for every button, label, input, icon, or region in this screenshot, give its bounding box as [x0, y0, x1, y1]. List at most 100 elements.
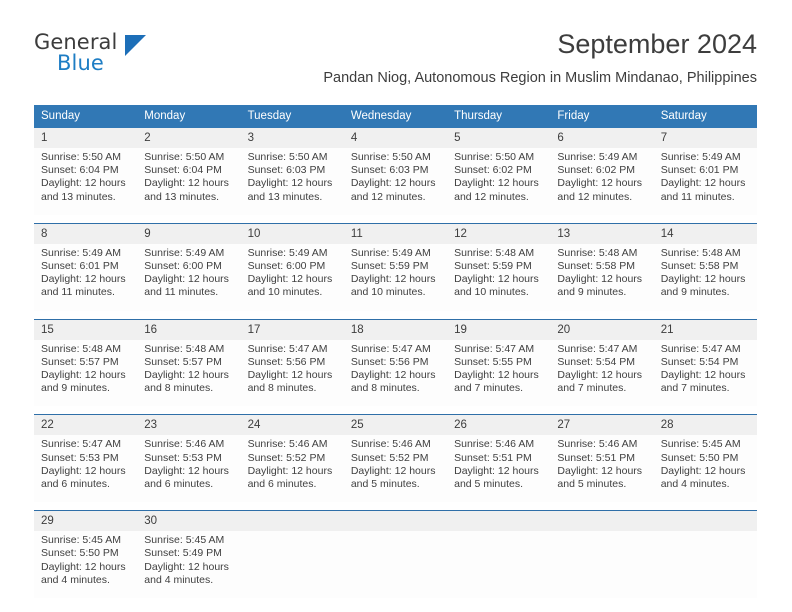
- day-cell[interactable]: Sunrise: 5:48 AM Sunset: 5:58 PM Dayligh…: [653, 243, 757, 311]
- weekday-header-wednesday: Wednesday: [343, 105, 448, 128]
- day-number[interactable]: 24: [240, 414, 344, 436]
- sunset-text: Sunset: 5:59 PM: [350, 260, 429, 273]
- day-number[interactable]: 27: [550, 414, 654, 436]
- week-spacer-cell: [34, 502, 757, 511]
- day-number[interactable]: 20: [550, 318, 654, 340]
- daylight-text-line1: Daylight: 12 hours: [144, 369, 229, 382]
- sunrise-text: Sunrise: 5:49 AM: [41, 246, 121, 259]
- day-cell[interactable]: Sunrise: 5:49 AM Sunset: 5:59 PM Dayligh…: [343, 243, 448, 311]
- daylight-text-line2: and 11 minutes.: [144, 286, 219, 299]
- day-cell[interactable]: Sunrise: 5:46 AM Sunset: 5:51 PM Dayligh…: [550, 435, 654, 503]
- weekday-header-sunday: Sunday: [34, 105, 138, 128]
- day-cell[interactable]: Sunrise: 5:47 AM Sunset: 5:53 PM Dayligh…: [34, 435, 138, 503]
- day-number[interactable]: 2: [137, 128, 241, 148]
- daylight-text-line2: and 6 minutes.: [247, 478, 317, 491]
- day-cell[interactable]: Sunrise: 5:46 AM Sunset: 5:52 PM Dayligh…: [240, 435, 344, 503]
- day-cell[interactable]: Sunrise: 5:47 AM Sunset: 5:54 PM Dayligh…: [550, 339, 654, 407]
- day-number[interactable]: 4: [343, 128, 448, 148]
- day-cell[interactable]: Sunrise: 5:50 AM Sunset: 6:04 PM Dayligh…: [137, 148, 241, 215]
- week-4-info-row: Sunrise: 5:47 AM Sunset: 5:53 PM Dayligh…: [34, 435, 757, 503]
- day-cell[interactable]: Sunrise: 5:48 AM Sunset: 5:57 PM Dayligh…: [34, 339, 138, 407]
- day-number[interactable]: 10: [240, 222, 344, 244]
- day-cell[interactable]: Sunrise: 5:47 AM Sunset: 5:54 PM Dayligh…: [653, 339, 757, 407]
- day-number[interactable]: 11: [343, 222, 448, 244]
- day-cell[interactable]: Sunrise: 5:46 AM Sunset: 5:53 PM Dayligh…: [137, 435, 241, 503]
- daylight-text-line1: Daylight: 12 hours: [144, 177, 229, 190]
- day-number[interactable]: 7: [653, 128, 757, 148]
- daylight-text-line2: and 5 minutes.: [350, 478, 420, 491]
- sunrise-text: Sunrise: 5:47 AM: [660, 342, 741, 355]
- daylight-text-line1: Daylight: 12 hours: [454, 273, 539, 286]
- day-number[interactable]: 26: [447, 414, 551, 436]
- day-cell[interactable]: Sunrise: 5:45 AM Sunset: 5:50 PM Dayligh…: [653, 435, 757, 503]
- day-cell[interactable]: Sunrise: 5:49 AM Sunset: 6:01 PM Dayligh…: [653, 148, 757, 215]
- day-cell[interactable]: Sunrise: 5:46 AM Sunset: 5:51 PM Dayligh…: [447, 435, 551, 503]
- day-number[interactable]: 9: [137, 222, 241, 244]
- daylight-text-line2: and 7 minutes.: [454, 382, 524, 395]
- sunset-text: Sunset: 5:59 PM: [454, 260, 532, 273]
- day-cell[interactable]: Sunrise: 5:49 AM Sunset: 6:02 PM Dayligh…: [550, 148, 654, 215]
- day-number-empty: [550, 510, 654, 532]
- sunset-text: Sunset: 6:00 PM: [247, 260, 326, 273]
- day-number[interactable]: 18: [343, 318, 448, 340]
- day-number[interactable]: 15: [34, 318, 138, 340]
- page-title: September 2024: [557, 29, 757, 59]
- day-number[interactable]: 25: [343, 414, 448, 436]
- day-cell[interactable]: Sunrise: 5:45 AM Sunset: 5:49 PM Dayligh…: [137, 531, 241, 599]
- day-cell[interactable]: Sunrise: 5:49 AM Sunset: 6:00 PM Dayligh…: [240, 243, 344, 311]
- day-number[interactable]: 30: [137, 510, 241, 532]
- day-cell-empty: [653, 531, 757, 599]
- day-number[interactable]: 29: [34, 510, 138, 532]
- daylight-text-line2: and 4 minutes.: [144, 573, 214, 586]
- generalblue-logo[interactable]: General Blue: [34, 30, 214, 82]
- day-number[interactable]: 22: [34, 414, 138, 436]
- day-number[interactable]: 23: [137, 414, 241, 436]
- day-number[interactable]: 1: [34, 128, 138, 148]
- day-cell[interactable]: Sunrise: 5:50 AM Sunset: 6:04 PM Dayligh…: [34, 148, 138, 215]
- day-number[interactable]: 19: [447, 318, 551, 340]
- day-number[interactable]: 8: [34, 222, 138, 244]
- sunset-text: Sunset: 6:02 PM: [454, 164, 532, 177]
- sunrise-text: Sunrise: 5:45 AM: [660, 438, 741, 451]
- day-cell[interactable]: Sunrise: 5:48 AM Sunset: 5:58 PM Dayligh…: [550, 243, 654, 311]
- sunrise-text: Sunrise: 5:45 AM: [41, 534, 121, 547]
- day-number[interactable]: 5: [447, 128, 551, 148]
- day-number-empty: [343, 510, 448, 532]
- logo-text-blue: Blue: [57, 51, 104, 75]
- day-number[interactable]: 12: [447, 222, 551, 244]
- day-cell[interactable]: Sunrise: 5:48 AM Sunset: 5:59 PM Dayligh…: [447, 243, 551, 311]
- day-cell[interactable]: Sunrise: 5:46 AM Sunset: 5:52 PM Dayligh…: [343, 435, 448, 503]
- day-cell[interactable]: Sunrise: 5:47 AM Sunset: 5:56 PM Dayligh…: [343, 339, 448, 407]
- day-number[interactable]: 3: [240, 128, 344, 148]
- day-cell[interactable]: Sunrise: 5:47 AM Sunset: 5:55 PM Dayligh…: [447, 339, 551, 407]
- week-spacer-cell: [34, 214, 757, 224]
- daylight-text-line2: and 8 minutes.: [247, 382, 317, 395]
- day-cell[interactable]: Sunrise: 5:45 AM Sunset: 5:50 PM Dayligh…: [34, 531, 138, 599]
- day-number[interactable]: 6: [550, 128, 654, 148]
- day-number[interactable]: 16: [137, 318, 241, 340]
- daylight-text-line1: Daylight: 12 hours: [247, 177, 333, 190]
- day-number[interactable]: 17: [240, 318, 344, 340]
- day-cell[interactable]: Sunrise: 5:48 AM Sunset: 5:57 PM Dayligh…: [137, 339, 241, 407]
- daylight-text-line2: and 13 minutes.: [144, 190, 219, 203]
- day-cell[interactable]: Sunrise: 5:49 AM Sunset: 6:01 PM Dayligh…: [34, 243, 138, 311]
- day-cell[interactable]: Sunrise: 5:50 AM Sunset: 6:02 PM Dayligh…: [447, 148, 551, 215]
- location-subtitle: Pandan Niog, Autonomous Region in Muslim…: [323, 70, 757, 86]
- sunrise-text: Sunrise: 5:47 AM: [454, 342, 535, 355]
- daylight-text-line2: and 13 minutes.: [247, 190, 323, 203]
- day-cell[interactable]: Sunrise: 5:49 AM Sunset: 6:00 PM Dayligh…: [137, 243, 241, 311]
- day-cell[interactable]: Sunrise: 5:47 AM Sunset: 5:56 PM Dayligh…: [240, 339, 344, 407]
- day-number[interactable]: 13: [550, 222, 654, 244]
- daylight-text-line1: Daylight: 12 hours: [454, 464, 539, 477]
- weekday-header-thursday: Thursday: [447, 105, 551, 128]
- sunset-text: Sunset: 5:50 PM: [660, 451, 739, 464]
- day-number[interactable]: 21: [653, 318, 757, 340]
- day-cell[interactable]: Sunrise: 5:50 AM Sunset: 6:03 PM Dayligh…: [240, 148, 344, 215]
- daylight-text-line2: and 4 minutes.: [41, 573, 110, 586]
- daylight-text-line2: and 9 minutes.: [557, 286, 627, 299]
- daylight-text-line1: Daylight: 12 hours: [41, 177, 126, 190]
- day-cell[interactable]: Sunrise: 5:50 AM Sunset: 6:03 PM Dayligh…: [343, 148, 448, 215]
- day-number[interactable]: 14: [653, 222, 757, 244]
- day-number[interactable]: 28: [653, 414, 757, 436]
- daylight-text-line1: Daylight: 12 hours: [350, 464, 436, 477]
